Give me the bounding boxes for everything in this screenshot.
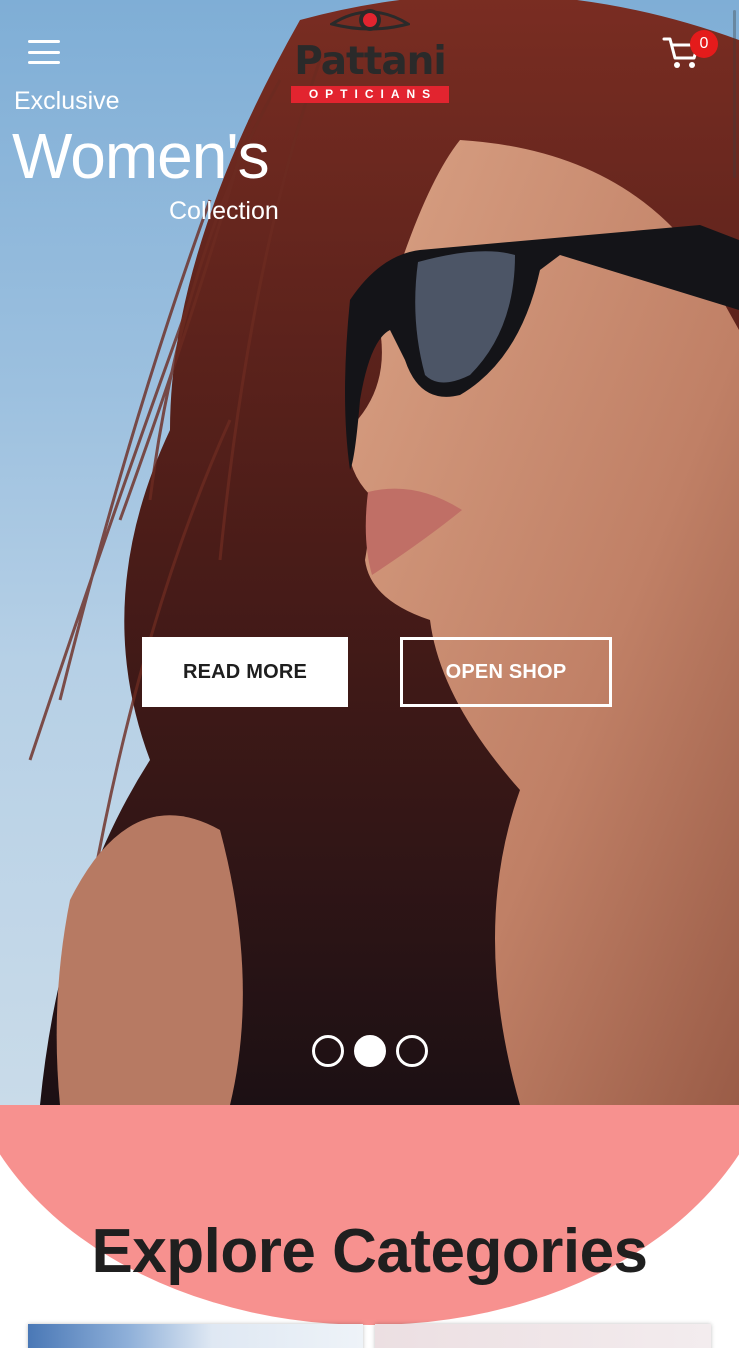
- brand-logo[interactable]: Pattani OPTICIANS: [288, 4, 452, 103]
- explore-section: Explore Categories: [0, 1105, 739, 1348]
- slider-dot[interactable]: [312, 1035, 344, 1067]
- slider-pagination: [312, 1035, 430, 1067]
- hero-subline: Collection: [169, 197, 279, 225]
- hero-kicker: Exclusive: [14, 87, 120, 115]
- home-page: Pattani OPTICIANS 0 Exclusive Women's Co…: [0, 0, 739, 1348]
- hero-slider: Pattani OPTICIANS 0 Exclusive Women's Co…: [0, 0, 739, 1105]
- section-title: Explore Categories: [91, 1217, 648, 1286]
- slider-dot[interactable]: [396, 1035, 428, 1067]
- hero-headline: Women's: [12, 120, 270, 192]
- scrollbar[interactable]: [733, 10, 736, 178]
- eye-logo-icon: [330, 9, 410, 31]
- category-card[interactable]: [28, 1324, 363, 1348]
- menu-line: [28, 40, 60, 43]
- menu-line: [28, 61, 60, 64]
- category-card[interactable]: [375, 1324, 711, 1348]
- hamburger-menu-icon[interactable]: [28, 40, 60, 64]
- menu-line: [28, 50, 60, 54]
- open-shop-button[interactable]: OPEN SHOP: [400, 637, 612, 707]
- slider-dot-active[interactable]: [354, 1035, 386, 1067]
- cart-button[interactable]: 0: [662, 30, 720, 74]
- logo-tagline: OPTICIANS: [291, 86, 449, 103]
- decorative-blob: [0, 1105, 739, 1325]
- read-more-button[interactable]: READ MORE: [142, 637, 348, 707]
- logo-wordmark: Pattani: [294, 39, 447, 84]
- cart-count-badge: 0: [690, 30, 718, 58]
